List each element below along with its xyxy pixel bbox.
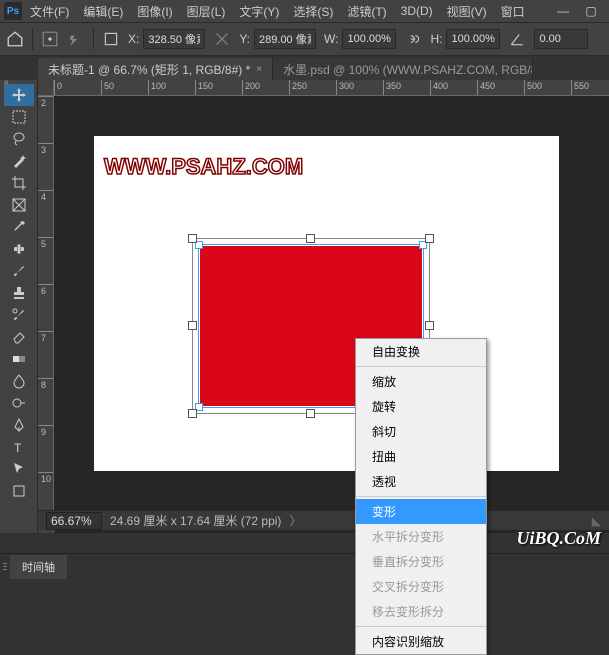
transform-handle-nw[interactable] (188, 234, 197, 243)
x-label: X: (128, 32, 139, 46)
heal-tool[interactable] (4, 238, 34, 260)
ruler-vertical[interactable]: 234567891011 (38, 96, 54, 533)
ctx-skew[interactable]: 斜切 (356, 419, 486, 444)
link-wh-icon[interactable] (404, 30, 422, 48)
menu-filter[interactable]: 滤镜(T) (341, 1, 392, 22)
marquee-tool[interactable] (4, 106, 34, 128)
crop-tool[interactable] (4, 172, 34, 194)
ctx-rotate[interactable]: 旋转 (356, 394, 486, 419)
relative-icon[interactable] (67, 30, 85, 48)
transform-handle-w[interactable] (188, 321, 197, 330)
menu-select[interactable]: 选择(S) (287, 1, 339, 22)
svg-text:T: T (14, 441, 22, 455)
bounds-icon[interactable] (102, 30, 120, 48)
type-tool[interactable]: T (4, 436, 34, 458)
resize-grip-icon[interactable]: ◣ (592, 514, 601, 528)
menu-3d[interactable]: 3D(D) (395, 2, 439, 20)
transform-handle-sw[interactable] (188, 409, 197, 418)
transform-handle-ne[interactable] (425, 234, 434, 243)
home-icon[interactable] (6, 30, 24, 48)
panel-grip-icon[interactable] (0, 554, 10, 580)
menu-edit[interactable]: 编辑(E) (77, 1, 129, 22)
menu-window[interactable]: 窗口 (495, 1, 531, 22)
frame-tool[interactable] (4, 194, 34, 216)
rotation-input[interactable] (534, 29, 588, 49)
doc-tab-2[interactable]: 水墨.psd @ 100% (WWW.PSAHZ.COM, RGB/8... × (273, 58, 533, 80)
tab-close-icon[interactable]: × (256, 64, 262, 75)
canvas-viewport[interactable]: WWW.PSAHZ.COM (54, 96, 609, 533)
ctx-separator (356, 366, 486, 367)
brush-tool[interactable] (4, 260, 34, 282)
path-select-tool[interactable] (4, 458, 34, 480)
maximize-button[interactable]: ▢ (577, 2, 605, 20)
transform-handle-s[interactable] (306, 409, 315, 418)
ctx-warp[interactable]: 变形 (356, 499, 486, 524)
ctx-free-transform[interactable]: 自由变换 (356, 339, 486, 364)
angle-icon[interactable] (508, 30, 526, 48)
menu-image[interactable]: 图像(I) (131, 1, 178, 22)
pen-tool[interactable] (4, 414, 34, 436)
transform-context-menu: 自由变换 缩放 旋转 斜切 扭曲 透视 变形 水平拆分变形 垂直拆分变形 交叉拆… (355, 338, 487, 655)
ctx-content-aware-scale[interactable]: 内容识别缩放 (356, 629, 486, 654)
w-label: W: (324, 32, 338, 46)
x-input[interactable] (143, 29, 205, 49)
minimize-button[interactable]: — (549, 2, 577, 20)
lasso-tool[interactable] (4, 128, 34, 150)
eyedropper-tool[interactable] (4, 216, 34, 238)
ctx-separator (356, 496, 486, 497)
stamp-tool[interactable] (4, 282, 34, 304)
wand-tool[interactable] (4, 150, 34, 172)
watermark-text: WWW.PSAHZ.COM (104, 154, 303, 180)
shape-tool[interactable] (4, 480, 34, 502)
menu-type[interactable]: 文字(Y) (233, 1, 285, 22)
history-brush-tool[interactable] (4, 304, 34, 326)
ref-point-icon[interactable] (41, 30, 59, 48)
ctx-separator (356, 626, 486, 627)
ctx-perspective[interactable]: 透视 (356, 469, 486, 494)
ctx-xsplit: 交叉拆分变形 (356, 574, 486, 599)
ctx-rmsplit: 移去变形拆分 (356, 599, 486, 624)
site-watermark: UiBQ.CoM (516, 528, 601, 549)
y-input[interactable] (254, 29, 316, 49)
doc-dimensions: 24.69 厘米 x 17.64 厘米 (72 ppi) (110, 512, 281, 529)
status-chevron-icon[interactable]: 〉 (289, 512, 301, 529)
ps-logo: Ps (4, 2, 22, 20)
eraser-tool[interactable] (4, 326, 34, 348)
document-canvas[interactable]: WWW.PSAHZ.COM (94, 136, 559, 471)
ctx-distort[interactable]: 扭曲 (356, 444, 486, 469)
ruler-horizontal[interactable]: 050100150200250300350400450500550 (54, 80, 609, 96)
ctx-scale[interactable]: 缩放 (356, 369, 486, 394)
tab-title: 水墨.psd @ 100% (WWW.PSAHZ.COM, RGB/8... (283, 61, 533, 78)
h-input[interactable] (446, 29, 500, 49)
gradient-tool[interactable] (4, 348, 34, 370)
w-input[interactable] (342, 29, 396, 49)
h-label: H: (430, 32, 442, 46)
timeline-tab[interactable]: 时间轴 (10, 555, 67, 579)
zoom-input[interactable] (46, 512, 102, 530)
move-tool[interactable] (4, 84, 34, 106)
swap-xy-icon[interactable] (213, 30, 231, 48)
transform-handle-n[interactable] (306, 234, 315, 243)
ctx-vsplit: 垂直拆分变形 (356, 549, 486, 574)
ruler-origin[interactable] (38, 80, 54, 96)
doc-tab-1[interactable]: 未标题-1 @ 66.7% (矩形 1, RGB/8#) * × (38, 58, 273, 80)
dodge-tool[interactable] (4, 392, 34, 414)
menu-file[interactable]: 文件(F) (24, 1, 75, 22)
transform-handle-e[interactable] (425, 321, 434, 330)
menu-layer[interactable]: 图层(L) (181, 1, 232, 22)
tab-title: 未标题-1 @ 66.7% (矩形 1, RGB/8#) * (48, 61, 250, 78)
y-label: Y: (239, 32, 250, 46)
ctx-hsplit: 水平拆分变形 (356, 524, 486, 549)
menu-view[interactable]: 视图(V) (441, 1, 493, 22)
blur-tool[interactable] (4, 370, 34, 392)
